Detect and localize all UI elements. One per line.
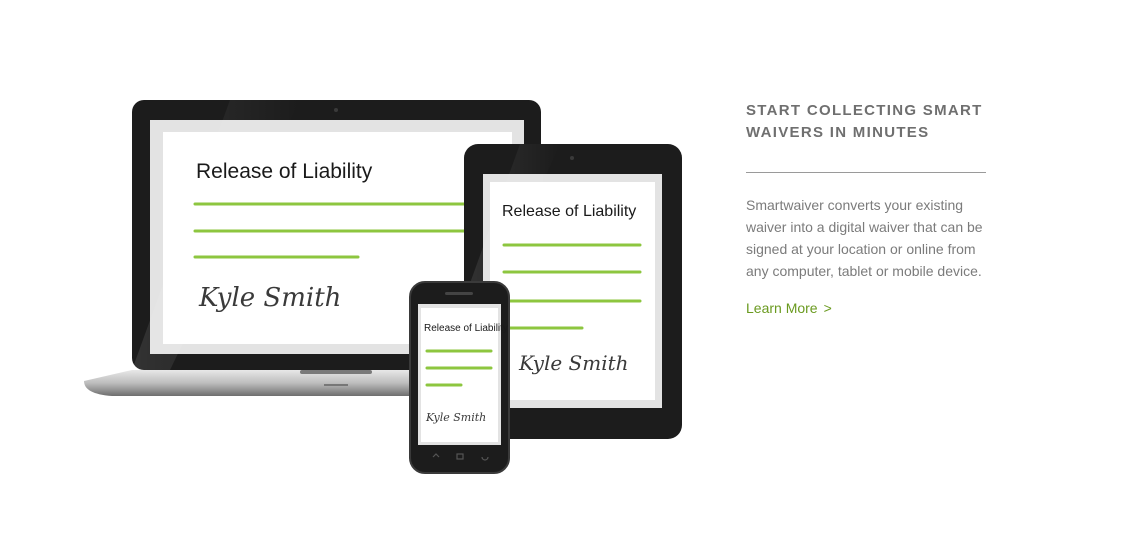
- devices-svg: Release of Liability Kyle Smith Release …: [84, 100, 682, 474]
- info-panel: START COLLECTING SMART WAIVERS IN MINUTE…: [746, 100, 991, 318]
- learn-more-link[interactable]: Learn More >: [746, 300, 832, 316]
- heading-divider: [746, 172, 986, 173]
- phone-signature: Kyle Smith: [425, 411, 486, 424]
- description-text: Smartwaiver converts your existing waive…: [746, 197, 983, 279]
- chevron-right-icon: >: [823, 300, 832, 316]
- heading-line-1: START COLLECTING SMART: [746, 102, 983, 119]
- laptop-signature: Kyle Smith: [198, 283, 341, 313]
- learn-more-label: Learn More: [746, 300, 818, 316]
- phone-device: Release of Liability Kyle Smith: [409, 281, 510, 474]
- heading-line-2: WAIVERS IN MINUTES: [746, 124, 930, 141]
- tablet-doc-title: Release of Liability: [502, 203, 636, 220]
- section-heading: START COLLECTING SMART WAIVERS IN MINUTE…: [746, 100, 986, 144]
- tablet-signature: Kyle Smith: [518, 351, 629, 375]
- laptop-doc-title: Release of Liability: [196, 160, 373, 183]
- phone-doc-title: Release of Liability: [424, 323, 508, 334]
- devices-illustration: Release of Liability Kyle Smith Release …: [0, 0, 720, 542]
